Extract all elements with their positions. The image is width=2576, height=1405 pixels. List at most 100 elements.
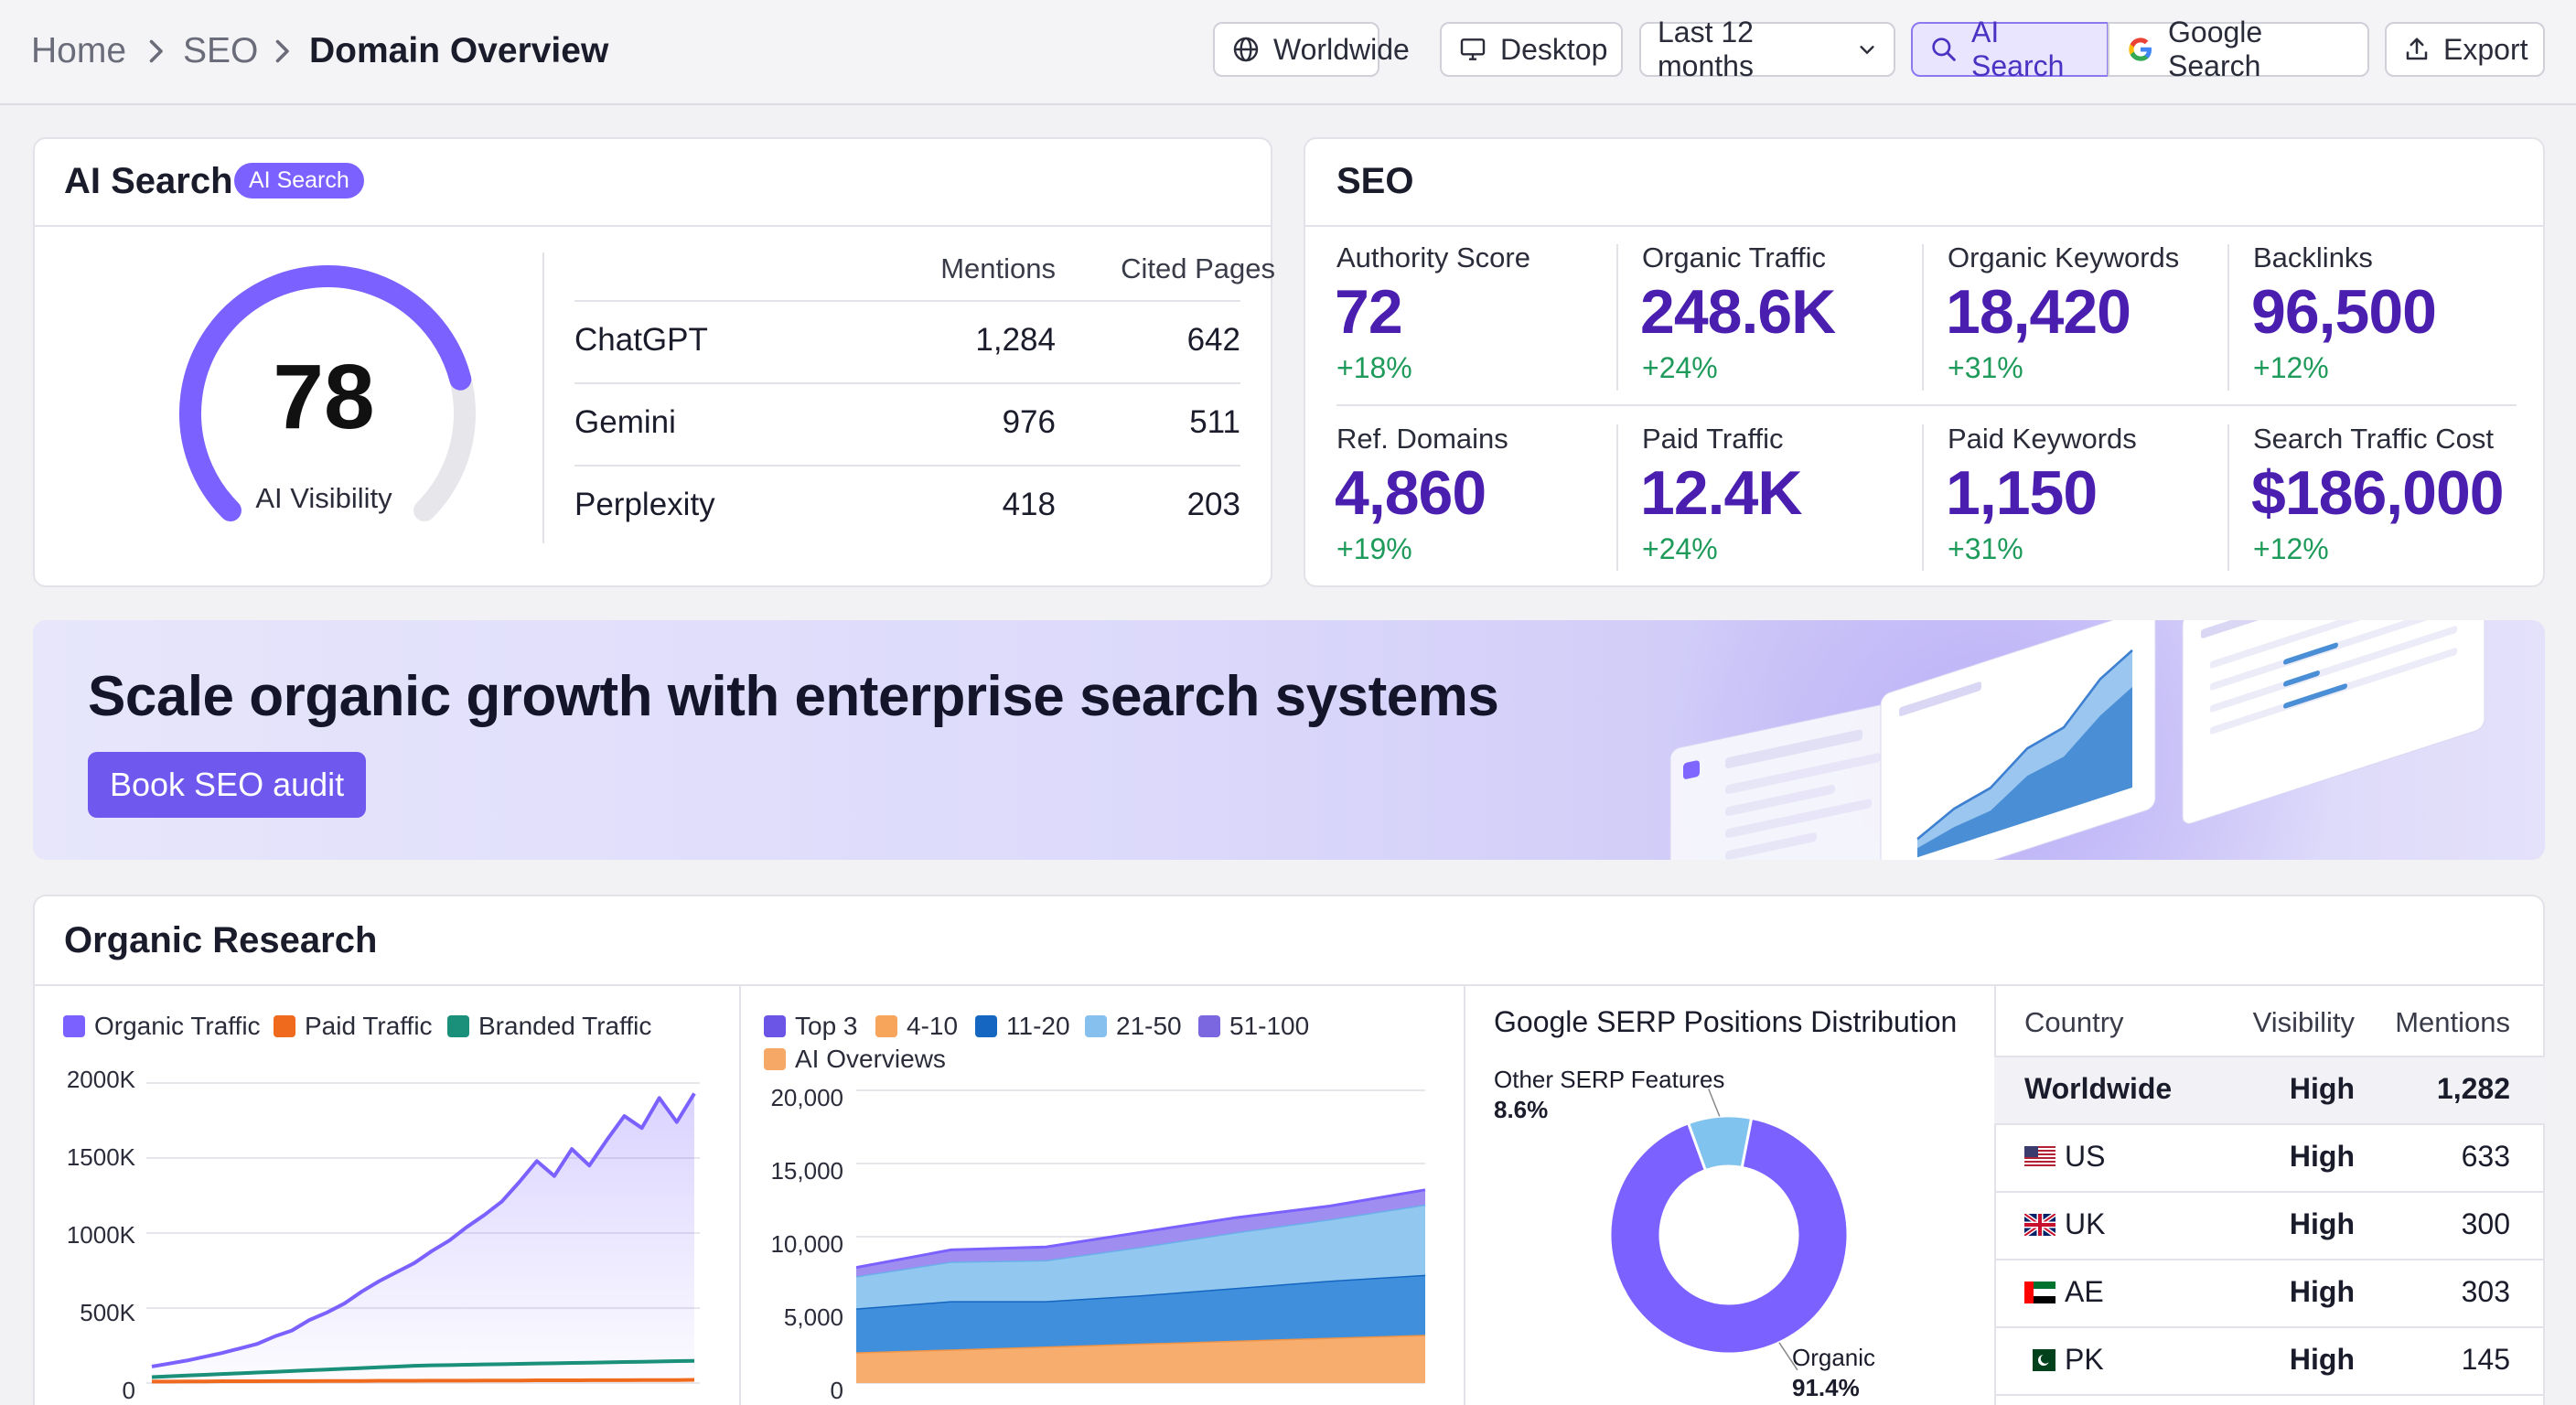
y-tick-label: 0 [122, 1377, 135, 1404]
metric-value: 248.6K [1640, 277, 1836, 347]
metric-label: Paid Traffic [1642, 423, 1784, 455]
divider [35, 225, 1271, 227]
ai-row-cited: 642 [1186, 322, 1240, 358]
metric-value: 12.4K [1640, 458, 1802, 528]
breadcrumb-seo[interactable]: SEO [183, 27, 258, 75]
legend-label: AI Overviews [795, 1045, 946, 1073]
col-header-mentions: Mentions [2395, 1006, 2510, 1038]
legend-paid-traffic[interactable]: Paid Traffic [274, 1012, 433, 1041]
google-search-toggle[interactable]: Google Search [2108, 16, 2369, 82]
divider [2227, 424, 2229, 571]
legend-label: 4-10 [907, 1012, 959, 1040]
google-search-label: Google Search [2168, 16, 2263, 82]
legend-top-3[interactable]: Top 3 [764, 1012, 858, 1041]
metric-delta: +31% [1948, 351, 2023, 384]
metric-delta: +31% [1948, 532, 2023, 565]
metric-delta: +19% [1336, 532, 1412, 565]
chevron-down-icon [1860, 46, 1874, 55]
page-title: Domain Overview [309, 31, 609, 70]
ai-row-mentions: 976 [1002, 404, 1056, 440]
legend-organic-traffic[interactable]: Organic Traffic [63, 1012, 261, 1041]
book-seo-audit-button[interactable]: Book SEO audit [88, 752, 367, 818]
legend-ai-overviews[interactable]: AI Overviews [764, 1045, 946, 1074]
divider [1616, 244, 1618, 391]
divider [1336, 404, 2517, 406]
country-name[interactable]: AE [2065, 1275, 2104, 1309]
uk-flag-icon [2024, 1214, 2055, 1236]
metric-value: 18,420 [1946, 277, 2131, 347]
metric-label: Ref. Domains [1336, 423, 1508, 455]
ai-row-name: ChatGPT [574, 322, 708, 358]
divider [1922, 424, 1924, 571]
legend-label: Branded Traffic [478, 1012, 652, 1040]
divider [574, 382, 1240, 384]
chevron-right-icon [275, 39, 289, 63]
country-name[interactable]: PK [2065, 1343, 2104, 1377]
legend-label: 11-20 [1006, 1012, 1070, 1040]
search-icon [1932, 38, 1956, 61]
metric-value: 96,500 [2251, 277, 2437, 347]
col-header-country: Country [2024, 1006, 2124, 1038]
divider [1994, 1191, 2545, 1193]
divider [1994, 1326, 2545, 1328]
ai-row-mentions: 418 [1002, 487, 1056, 522]
metric-label: Search Traffic Cost [2253, 423, 2495, 455]
ai-search-label: AI Search [1971, 16, 2065, 82]
metric-label: Organic Traffic [1642, 241, 1827, 273]
metric-value: $186,000 [2251, 458, 2505, 528]
period-label: Last 12 months [1658, 16, 1754, 82]
breadcrumb-home[interactable]: Home [31, 27, 126, 75]
country-mentions: 303 [2461, 1275, 2510, 1308]
metric-label: Backlinks [2253, 241, 2373, 273]
ai-row-name: Gemini [574, 404, 676, 440]
device-select[interactable]: Desktop [1440, 22, 1623, 77]
divider [1616, 424, 1618, 571]
ai-row-name: Perplexity [574, 487, 715, 522]
country-mentions: 300 [2461, 1207, 2510, 1240]
chevron-right-icon [149, 39, 163, 63]
y-tick-label: 500K [80, 1299, 135, 1326]
legend-21-50[interactable]: 21-50 [1085, 1012, 1182, 1041]
country-name[interactable]: US [2065, 1140, 2105, 1174]
banner-title: Scale organic growth with enterprise sea… [88, 665, 1499, 728]
country-visibility: High [2289, 1343, 2355, 1376]
serp-distribution-title: Google SERP Positions Distribution [1494, 1005, 1958, 1038]
serp-donut-chart [1608, 1089, 1850, 1371]
ai-visibility-label: AI Visibility [255, 482, 392, 514]
period-select[interactable]: Last 12 months [1639, 16, 1895, 82]
region-label: Worldwide [1273, 32, 1410, 66]
region-select[interactable]: Worldwide [1213, 22, 1410, 77]
legend-11-20[interactable]: 11-20 [975, 1012, 1070, 1041]
export-button[interactable]: Export [2385, 22, 2545, 77]
divider [35, 984, 2543, 986]
country-name[interactable]: UK [2065, 1207, 2105, 1241]
country-name[interactable]: Worldwide [2024, 1072, 2172, 1106]
divider [1994, 1394, 2545, 1396]
promo-banner: Scale organic growth with enterprise sea… [33, 620, 2545, 860]
ai-search-card: AI Search AI Search 78 AI Visibility Men… [33, 137, 1275, 587]
legend-branded-traffic[interactable]: Branded Traffic [447, 1012, 651, 1041]
divider [574, 300, 1240, 302]
organic-traffic-area [152, 1093, 694, 1383]
legend-51-100[interactable]: 51-100 [1198, 1012, 1309, 1041]
divider [1305, 225, 2543, 227]
legend-label: Paid Traffic [305, 1012, 433, 1040]
legend-label: 21-50 [1116, 1012, 1182, 1040]
metric-label: Authority Score [1336, 241, 1530, 273]
google-icon [2129, 38, 2152, 61]
seo-card: SEO Authority Score 72 +18% Organic Traf… [1304, 137, 2545, 587]
divider [2227, 244, 2229, 391]
ai-search-toggle[interactable]: AI Search [1911, 16, 2109, 82]
seo-card-title: SEO [1336, 161, 1414, 201]
metric-delta: +12% [2253, 532, 2329, 565]
legend-4-10[interactable]: 4-10 [875, 1012, 958, 1041]
divider [1922, 244, 1924, 391]
positions-area-chart [856, 1089, 1426, 1384]
metric-delta: +18% [1336, 351, 1412, 384]
y-tick-label: 20,000 [770, 1084, 843, 1111]
y-tick-label: 0 [830, 1377, 843, 1404]
y-tick-label: 1500K [66, 1143, 135, 1171]
y-tick-label: 2000K [66, 1066, 135, 1093]
metric-value: 72 [1335, 277, 1403, 347]
metric-value: 4,860 [1335, 458, 1487, 528]
